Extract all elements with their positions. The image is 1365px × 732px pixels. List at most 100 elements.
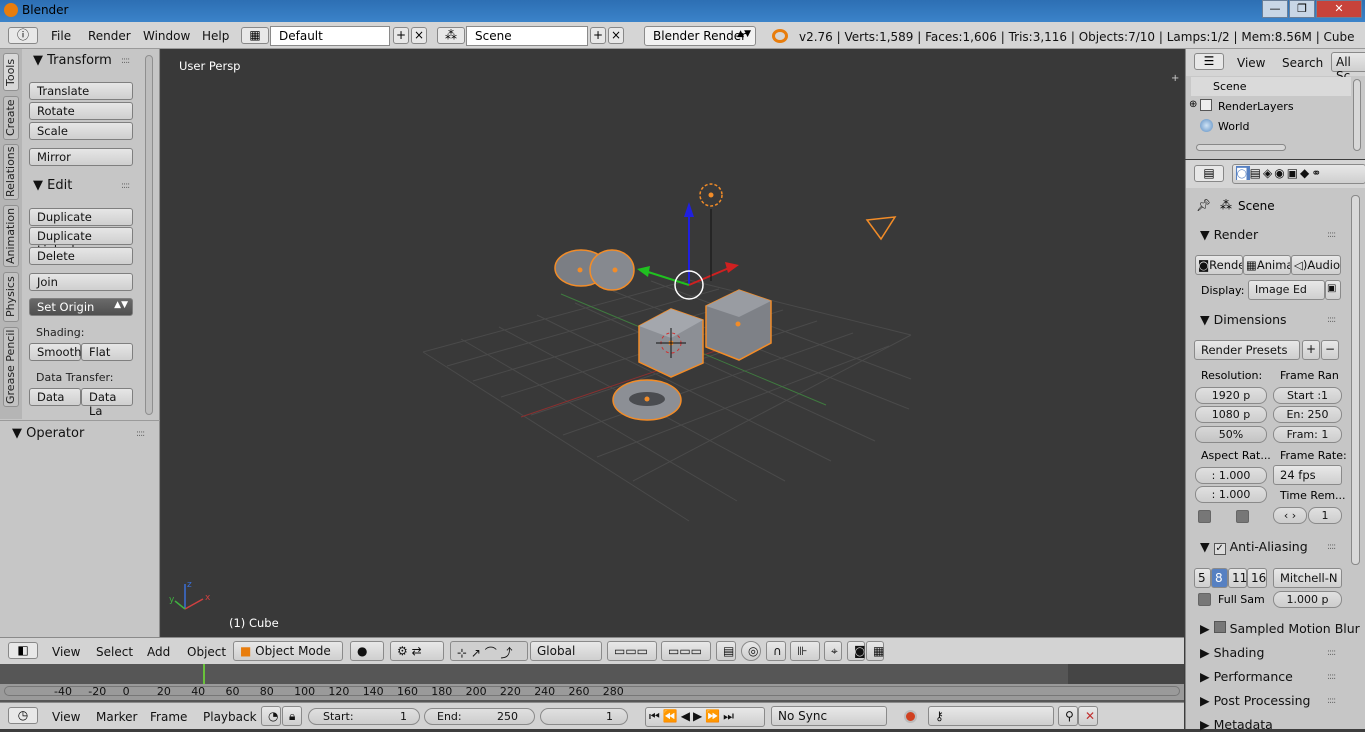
camera-object[interactable] [865, 216, 897, 241]
editor-type-properties-icon[interactable]: ▤ [1194, 165, 1224, 182]
scene-icon[interactable]: ⁂ [437, 27, 465, 44]
duplicate-linked-button[interactable]: Duplicate Linked [29, 227, 133, 257]
time-remap-old-field[interactable]: ‹ › [1273, 507, 1307, 524]
start-frame-field[interactable]: Start: 1 [308, 708, 420, 725]
panel-grip-icon[interactable]: :::: [121, 181, 130, 191]
display-mode-select[interactable]: All Sc [1331, 52, 1365, 83]
remove-preset-icon[interactable]: − [1321, 340, 1339, 360]
flat-button[interactable]: Flat [81, 343, 133, 361]
lock-camera-icon[interactable]: ▤ [716, 641, 736, 661]
edit-panel-header[interactable]: ▼ Edit [33, 178, 72, 193]
menu-render[interactable]: Render [88, 29, 131, 43]
editor-type-info-icon[interactable]: ⓘ [8, 27, 38, 44]
render-panel-header[interactable]: ▼ Render [1200, 227, 1258, 242]
shading-mode-select[interactable]: ● [350, 641, 384, 661]
menu-frame[interactable]: Frame [150, 710, 187, 724]
screen-layout-field[interactable]: Default [270, 26, 390, 46]
translate-button[interactable]: Translate [29, 82, 133, 100]
aa-samples-11[interactable]: 11 [1228, 568, 1247, 588]
motion-blur-checkbox[interactable] [1213, 621, 1226, 633]
crop-checkbox[interactable] [1236, 510, 1249, 523]
gizmo-x-head-icon[interactable] [725, 262, 739, 273]
aa-samples-5[interactable]: 5 [1194, 568, 1211, 588]
outliner-h-scrollbar[interactable] [1196, 144, 1286, 151]
time-remap-new-field[interactable]: 1 [1308, 507, 1342, 524]
layers-group-2[interactable]: ▭▭▭ [661, 641, 711, 661]
snap-magnet-icon[interactable]: ∩ [766, 641, 786, 661]
set-origin-select[interactable]: Set Origin ▲▼ [29, 298, 133, 316]
aspect-y-field[interactable]: : 1.000 [1195, 486, 1267, 503]
close-button[interactable]: ✕ [1316, 0, 1362, 18]
keying-set-field[interactable]: ⚷ [928, 706, 1054, 726]
menu-playback[interactable]: Playback [203, 710, 257, 724]
manipulator-toggles[interactable]: ⊹ ↗ ⌒ ⤴ [450, 641, 528, 661]
panel-grip-icon[interactable]: :::: [1327, 648, 1336, 658]
tab-create[interactable]: Create [3, 96, 19, 140]
tool-shelf-scrollbar[interactable] [145, 55, 153, 415]
motion-blur-panel-header[interactable]: ▶ Sampled Motion Blur [1200, 621, 1360, 636]
full-sample-checkbox[interactable] [1198, 593, 1211, 606]
render-still-icon[interactable]: ◙ [847, 641, 866, 661]
tab-grease-pencil[interactable]: Grease Pencil [3, 327, 19, 407]
outliner-item-world[interactable]: World [1218, 120, 1250, 133]
current-frame-indicator[interactable] [203, 664, 205, 684]
layout-grid-icon[interactable]: ▦ [241, 27, 269, 44]
tab-relations[interactable]: Relations [3, 144, 19, 200]
current-frame-field[interactable]: 1 [540, 708, 628, 725]
gizmo-z-head-icon[interactable] [684, 202, 694, 217]
menu-file[interactable]: File [51, 29, 71, 43]
render-button[interactable]: ◙Rende [1195, 255, 1243, 275]
display-select[interactable]: Image Ed [1248, 280, 1325, 300]
remove-scene-icon[interactable]: × [608, 27, 624, 44]
animation-button[interactable]: ▦Anima [1243, 255, 1291, 275]
timeline[interactable]: -40 -20 0 20 40 60 80 100 120 140 160 180 200 220 240 2… [0, 664, 1184, 702]
aa-samples-16[interactable]: 16 [1247, 568, 1267, 588]
keyframe-icon[interactable]: ◔ [261, 706, 281, 726]
resolution-x-field[interactable]: 1920 p [1195, 387, 1267, 404]
timeline-scrollbar[interactable] [4, 686, 1180, 696]
post-processing-panel-header[interactable]: ▶ Post Processing [1200, 693, 1310, 708]
outliner-row-scene[interactable]: Scene [1191, 77, 1351, 96]
3d-viewport[interactable]: z x y User Persp (1) Cube + [161, 49, 1184, 637]
menu-add[interactable]: Add [147, 645, 170, 659]
frame-step-field[interactable]: Fram: 1 [1273, 426, 1342, 443]
editor-type-outliner-icon[interactable]: ☰ [1194, 53, 1224, 70]
panel-grip-icon[interactable]: :::: [136, 429, 145, 439]
scale-button[interactable]: Scale [29, 122, 133, 140]
data-layers-button[interactable]: Data La [81, 388, 133, 418]
playback-controls[interactable]: ⏮⏪◀▶⏩⏭ [645, 707, 765, 727]
panel-grip-icon[interactable]: :::: [1327, 315, 1336, 325]
gizmo-y-head-icon[interactable] [637, 266, 650, 277]
frame-start-field[interactable]: Start :1 [1273, 387, 1342, 404]
menu-select[interactable]: Select [96, 645, 133, 659]
operator-panel-header[interactable]: ▼ Operator [12, 426, 84, 441]
border-checkbox[interactable] [1198, 510, 1211, 523]
properties-scrollbar[interactable] [1351, 195, 1360, 565]
render-presets-select[interactable]: Render Presets [1194, 340, 1300, 360]
outliner-v-scrollbar[interactable] [1353, 79, 1361, 151]
mirror-button[interactable]: Mirror [29, 148, 133, 166]
menu-help[interactable]: Help [202, 29, 229, 43]
lock-icon[interactable]: 🔒︎ [282, 706, 302, 726]
record-icon[interactable] [904, 710, 917, 723]
render-engine-select[interactable]: Blender Render ▲▼ [644, 26, 756, 46]
panel-grip-icon[interactable]: :::: [1327, 672, 1336, 682]
snap-element-select[interactable]: ⊪ [790, 641, 820, 661]
performance-panel-header[interactable]: ▶ Performance [1200, 669, 1293, 684]
frame-end-field[interactable]: En: 250 [1273, 406, 1342, 423]
delete-button[interactable]: Delete [29, 247, 133, 265]
aa-samples-8[interactable]: 8 [1211, 568, 1228, 588]
panel-grip-icon[interactable]: :::: [1327, 696, 1336, 706]
plus-icon[interactable]: + [1171, 73, 1181, 84]
end-frame-field[interactable]: End: 250 [424, 708, 535, 725]
metadata-panel-header[interactable]: ▶ Metadata [1200, 717, 1273, 732]
gizmo-x-arrow[interactable] [688, 267, 730, 286]
maximize-button[interactable]: ❐ [1289, 0, 1315, 18]
add-layout-icon[interactable]: + [393, 27, 409, 44]
data-transfer-button[interactable]: Data [29, 388, 81, 406]
add-scene-icon[interactable]: + [590, 27, 606, 44]
context-tabs[interactable]: ◙▤◈◉▣◆⚭ [1232, 164, 1365, 184]
transform-panel-header[interactable]: ▼ Transform [33, 53, 112, 68]
editor-type-3d-icon[interactable]: ◧ [8, 642, 38, 659]
anti-aliasing-checkbox[interactable]: ✓ [1213, 543, 1226, 555]
